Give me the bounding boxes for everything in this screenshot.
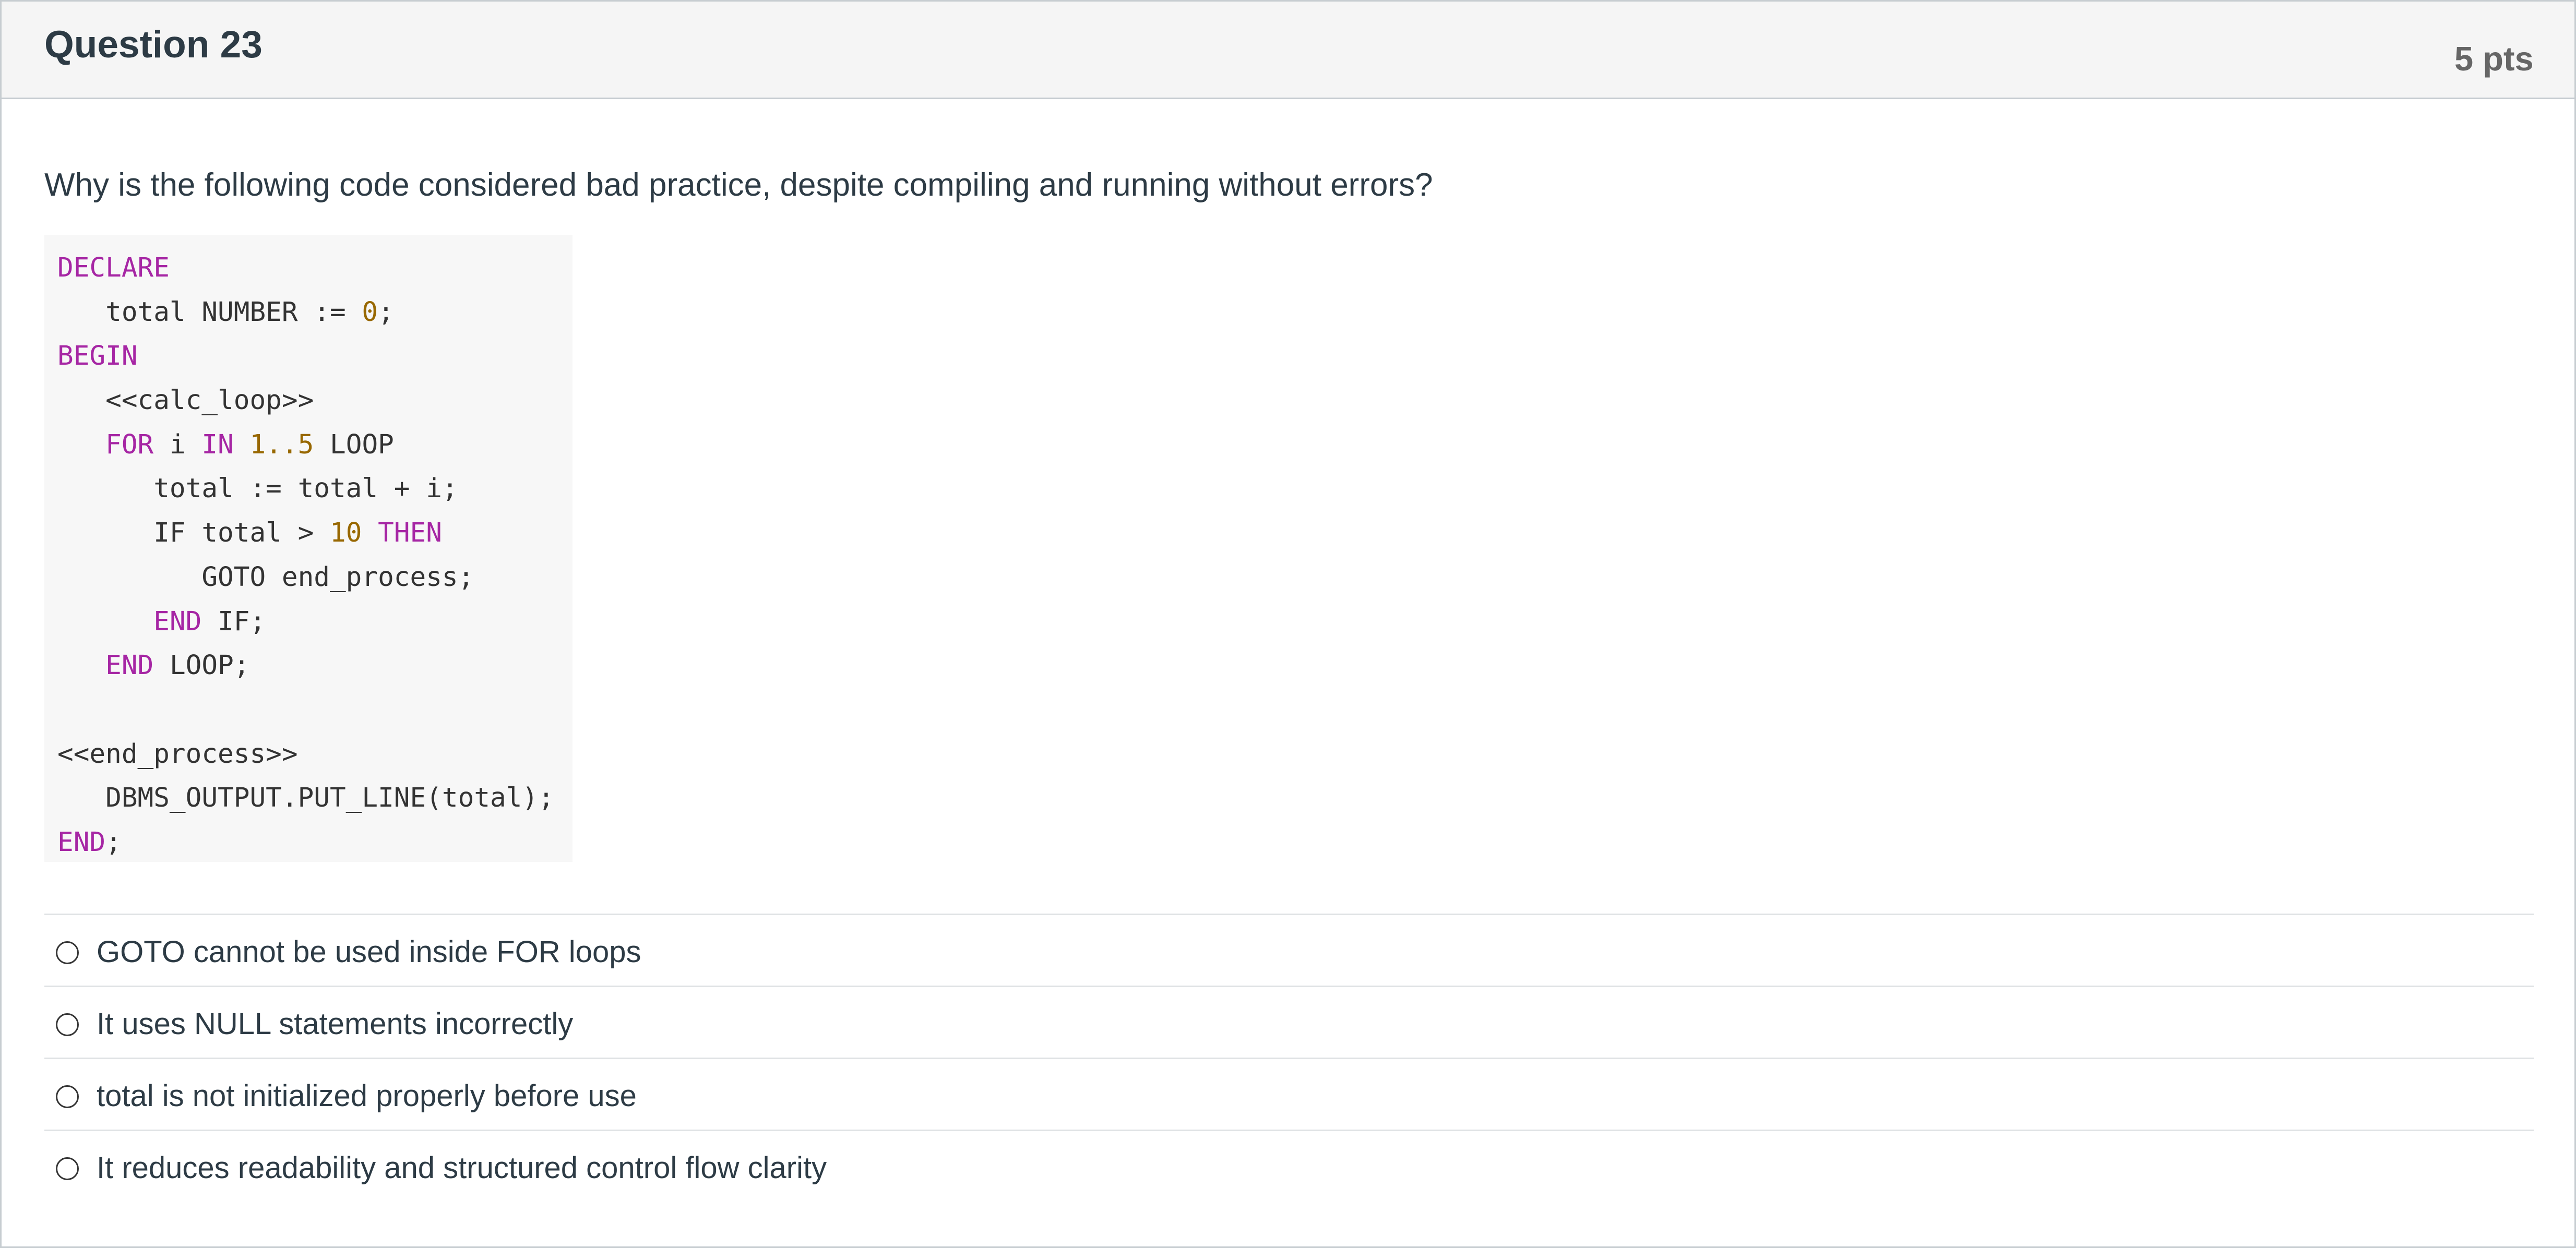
code-token: END bbox=[105, 650, 154, 681]
radio-button-1[interactable] bbox=[56, 941, 79, 964]
code-token: IN bbox=[201, 429, 234, 460]
question-title: Question 23 bbox=[44, 23, 263, 66]
code-token: IF; bbox=[201, 606, 266, 637]
code-line: GOTO end_process; bbox=[57, 556, 573, 600]
answer-list: GOTO cannot be used inside FOR loops It … bbox=[44, 914, 2534, 1202]
code-line: <<calc_loop>> bbox=[57, 379, 573, 423]
code-line: END LOOP; bbox=[57, 644, 573, 688]
code-line: total NUMBER := 0; bbox=[57, 291, 573, 335]
code-line: DECLARE bbox=[57, 246, 573, 291]
code-token: IF total > bbox=[57, 518, 330, 549]
radio-button-3[interactable] bbox=[56, 1085, 79, 1108]
answer-option-2[interactable]: It uses NULL statements incorrectly bbox=[44, 986, 2534, 1058]
radio-button-4[interactable] bbox=[56, 1157, 79, 1180]
code-token: 1..5 bbox=[249, 429, 314, 460]
answer-label-2[interactable]: It uses NULL statements incorrectly bbox=[97, 1009, 573, 1039]
question-card: Question 23 5 pts Why is the following c… bbox=[0, 0, 2576, 1248]
code-line: <<end_process>> bbox=[57, 733, 573, 777]
code-line: END; bbox=[57, 821, 573, 865]
code-token: <<end_process>> bbox=[57, 738, 298, 770]
code-token: total := total + i; bbox=[57, 473, 458, 505]
code-token: LOOP; bbox=[153, 650, 250, 681]
question-points: 5 pts bbox=[2454, 40, 2534, 78]
radio-button-2[interactable] bbox=[56, 1013, 79, 1036]
code-token: DBMS_OUTPUT.PUT_LINE(total); bbox=[57, 783, 554, 814]
code-token: ; bbox=[105, 826, 122, 858]
answer-label-1[interactable]: GOTO cannot be used inside FOR loops bbox=[97, 937, 641, 967]
code-token: i bbox=[153, 429, 202, 460]
answer-label-3[interactable]: total is not initialized properly before… bbox=[97, 1081, 637, 1111]
code-line: FOR i IN 1..5 LOOP bbox=[57, 423, 573, 467]
code-token: END bbox=[153, 606, 202, 637]
code-token: THEN bbox=[378, 518, 442, 549]
code-token: 0 bbox=[362, 296, 378, 328]
answer-option-4[interactable]: It reduces readability and structured co… bbox=[44, 1130, 2534, 1202]
code-line: END IF; bbox=[57, 600, 573, 644]
code-token: DECLARE bbox=[57, 253, 170, 283]
code-token: LOOP bbox=[314, 429, 394, 460]
question-prompt: Why is the following code considered bad… bbox=[44, 167, 1433, 203]
code-token: FOR bbox=[105, 429, 154, 460]
question-header: Question 23 5 pts bbox=[2, 2, 2574, 99]
code-token: <<calc_loop>> bbox=[57, 385, 314, 416]
code-token: 10 bbox=[329, 518, 362, 549]
code-token: END bbox=[57, 826, 106, 858]
code-token: BEGIN bbox=[57, 341, 138, 372]
answer-label-4[interactable]: It reduces readability and structured co… bbox=[97, 1153, 827, 1183]
code-token: total NUMBER := bbox=[57, 296, 362, 328]
answer-option-3[interactable]: total is not initialized properly before… bbox=[44, 1058, 2534, 1130]
code-line: DBMS_OUTPUT.PUT_LINE(total); bbox=[57, 776, 573, 821]
code-block: DECLARE total NUMBER := 0; BEGIN <<calc_l… bbox=[44, 235, 573, 862]
code-line: BEGIN bbox=[57, 334, 573, 379]
code-line: IF total > 10 THEN bbox=[57, 511, 573, 556]
code-token: GOTO end_process; bbox=[57, 561, 474, 593]
code-token: ; bbox=[378, 296, 394, 328]
answer-option-1[interactable]: GOTO cannot be used inside FOR loops bbox=[44, 914, 2534, 986]
code-line: total := total + i; bbox=[57, 467, 573, 511]
